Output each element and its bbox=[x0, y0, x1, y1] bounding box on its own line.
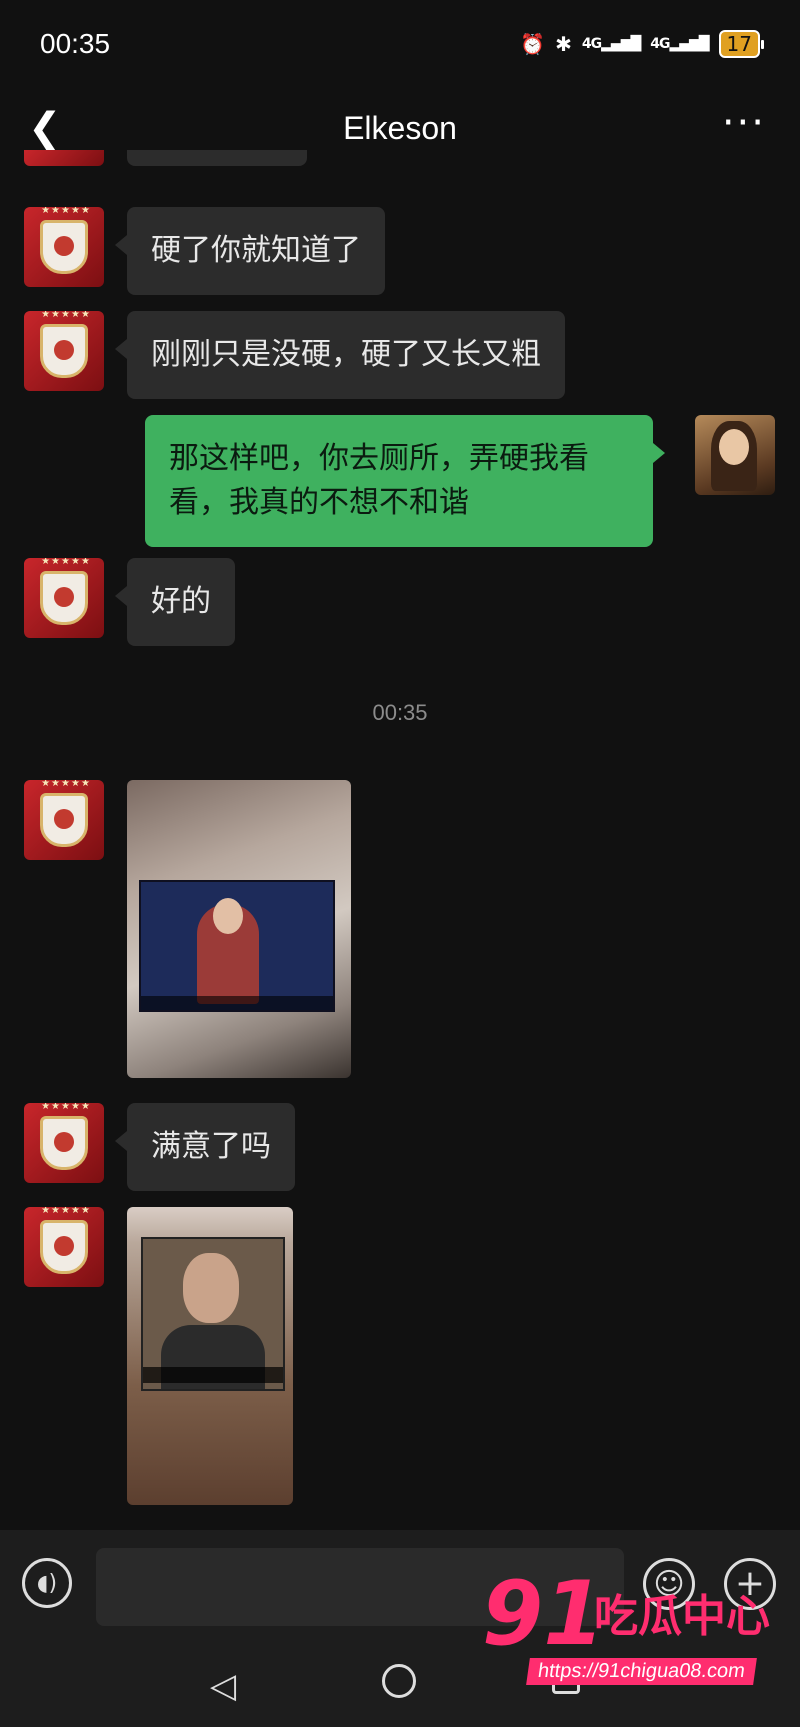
more-options-icon[interactable]: ··· bbox=[722, 100, 766, 146]
contact-avatar[interactable] bbox=[24, 150, 104, 166]
club-crest-icon bbox=[31, 558, 101, 625]
phone-screen-photo bbox=[141, 1237, 285, 1391]
message-bubble-partial[interactable] bbox=[127, 150, 307, 166]
image-message[interactable] bbox=[127, 780, 351, 1078]
club-crest-icon bbox=[31, 1207, 101, 1274]
contact-avatar[interactable] bbox=[24, 311, 104, 391]
message-bubble[interactable]: 刚刚只是没硬，硬了又长又粗 bbox=[115, 311, 565, 399]
bluetooth-icon: ✱ bbox=[555, 32, 572, 56]
message-bubble-outgoing[interactable]: 那这样吧，你去厕所，弄硬我看看，我真的不想不和谐 bbox=[145, 415, 665, 547]
contact-avatar[interactable] bbox=[24, 780, 104, 860]
message-input[interactable] bbox=[96, 1548, 624, 1626]
signal-4g-icon: 4G▂▄▆█ bbox=[581, 36, 641, 52]
contact-avatar[interactable] bbox=[24, 1103, 104, 1183]
club-crest-icon bbox=[31, 311, 101, 378]
contact-avatar[interactable] bbox=[24, 1207, 104, 1287]
nav-recent-icon[interactable] bbox=[552, 1666, 580, 1694]
signal-4g-icon-2: 4G▂▄▆█ bbox=[650, 36, 709, 52]
chat-timestamp: 00:35 bbox=[372, 700, 428, 725]
tv-screen-photo bbox=[139, 880, 335, 1012]
message-bubble[interactable]: 满意了吗 bbox=[115, 1103, 295, 1191]
voice-input-icon[interactable]: ◖) bbox=[22, 1558, 72, 1608]
my-avatar[interactable] bbox=[695, 415, 775, 495]
club-crest-icon bbox=[31, 780, 101, 847]
status-time: 00:35 bbox=[40, 28, 111, 59]
plus-icon[interactable]: + bbox=[724, 1558, 776, 1610]
chat-title: Elkeson bbox=[343, 110, 457, 146]
status-bar: 00:35 ⏰ ✱ 4G▂▄▆█ 4G▂▄▆█ 17 bbox=[0, 0, 800, 90]
club-crest-icon bbox=[31, 207, 101, 274]
contact-avatar[interactable] bbox=[24, 207, 104, 287]
input-bar: ◖) ☺ + bbox=[0, 1530, 800, 1640]
contact-avatar[interactable] bbox=[24, 558, 104, 638]
emoji-icon[interactable]: ☺ bbox=[643, 1558, 695, 1610]
chat-header: ❮ Elkeson ··· bbox=[0, 90, 800, 170]
message-bubble[interactable]: 硬了你就知道了 bbox=[115, 207, 385, 295]
nav-home-icon[interactable] bbox=[382, 1664, 416, 1698]
nav-back-icon[interactable]: ◁ bbox=[210, 1666, 236, 1706]
club-crest-icon bbox=[31, 1103, 101, 1170]
image-message[interactable] bbox=[127, 1207, 293, 1505]
alarm-icon: ⏰ bbox=[520, 32, 546, 56]
system-nav-bar: ◁ bbox=[0, 1640, 800, 1727]
battery-icon: 17 bbox=[718, 30, 765, 58]
status-icons: ⏰ ✱ 4G▂▄▆█ 4G▂▄▆█ 17 bbox=[520, 30, 765, 58]
message-bubble[interactable]: 好的 bbox=[115, 558, 235, 646]
